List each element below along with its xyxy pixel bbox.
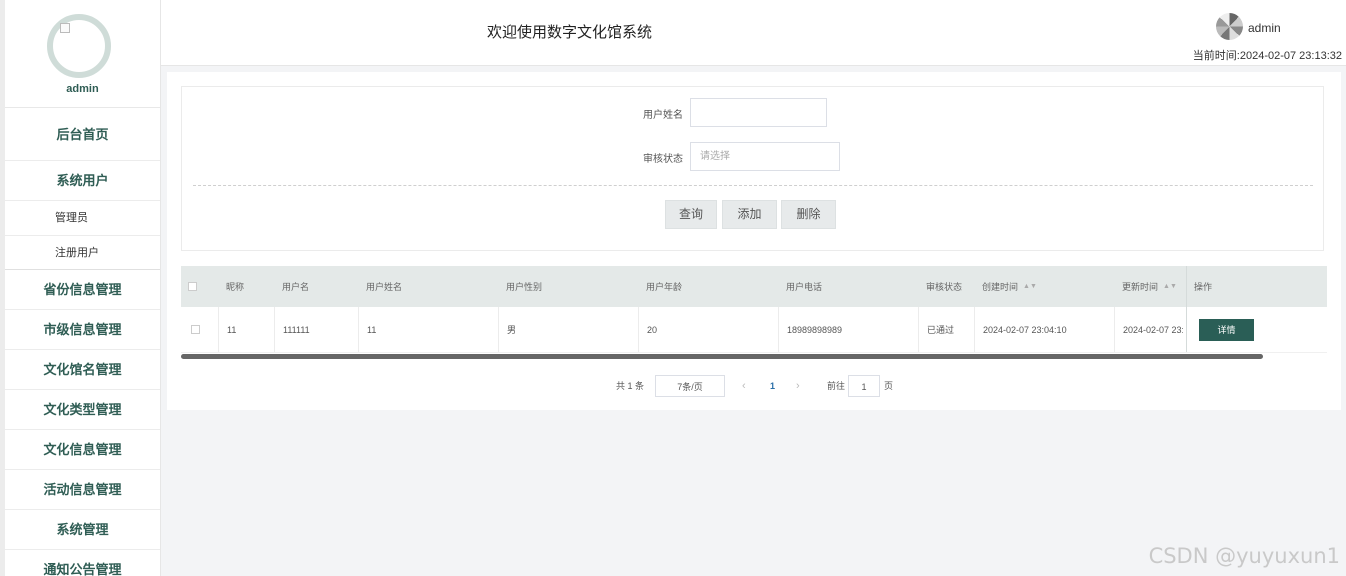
pager-total: 共 1 条 [616, 381, 645, 391]
sidebar: admin 后台首页 系统用户 管理员 注册用户 省份信息管理 市级信息管理 文… [0, 0, 161, 576]
page-title: 欢迎使用数字文化馆系统 [487, 24, 653, 41]
cell-status: 已通过 [927, 325, 955, 335]
current-time-label: 当前时间: [1192, 50, 1240, 62]
sidebar-item-home[interactable]: 后台首页 [5, 108, 160, 161]
goto-unit: 页 [884, 381, 894, 391]
name-label: 用户姓名 [643, 110, 683, 121]
sidebar-item-venue[interactable]: 文化馆名管理 [5, 350, 160, 390]
avatar [47, 14, 111, 78]
sort-icon[interactable]: ▲▼ [1163, 283, 1177, 290]
page-number-current[interactable]: 1 [770, 375, 775, 397]
col-separator [358, 307, 359, 352]
cell-gender: 男 [507, 325, 517, 335]
pagination: 共 1 条 7条/页 ‹ 1 › 前往 1 页 [167, 375, 1341, 397]
divider [193, 185, 1313, 186]
col-age: 用户年龄 [646, 282, 683, 292]
select-all-cell [188, 266, 197, 307]
next-page-icon[interactable]: › [796, 375, 800, 397]
select-all-checkbox[interactable] [188, 282, 197, 291]
user-avatar[interactable] [1216, 13, 1243, 40]
col-status: 审核状态 [926, 282, 963, 292]
cell-updated: 2024-02-07 23: [1123, 324, 1183, 335]
sidebar-subitem-admins[interactable]: 管理员 [5, 200, 160, 235]
goto-label: 前往 [827, 381, 846, 391]
col-separator [638, 307, 639, 352]
sidebar-item-culture-type[interactable]: 文化类型管理 [5, 390, 160, 430]
current-time-value: 2024-02-07 23:13:32 [1239, 50, 1342, 62]
col-phone: 用户电话 [786, 282, 823, 292]
status-select[interactable]: 请选择 [690, 142, 840, 171]
sidebar-item-system-users[interactable]: 系统用户 [5, 161, 160, 200]
watermark: CSDN @yuyuxun1 [1148, 544, 1340, 568]
col-username: 用户名 [282, 282, 310, 292]
col-separator [918, 307, 919, 352]
cell-username: 111111 [283, 324, 310, 335]
col-updated[interactable]: 更新时间 ▲▼ [1122, 266, 1177, 307]
goto-page-input[interactable]: 1 [848, 375, 880, 397]
query-button[interactable]: 查询 [665, 200, 717, 229]
sidebar-menu: 后台首页 系统用户 管理员 注册用户 省份信息管理 市级信息管理 文化馆名管理 … [5, 108, 160, 576]
cell-created: 2024-02-07 23:04:10 [983, 324, 1067, 335]
table-horizontal-scrollbar[interactable] [181, 354, 1263, 359]
page-size-select[interactable]: 7条/页 [655, 375, 725, 397]
row-select-cell [191, 307, 200, 352]
sidebar-item-culture-info[interactable]: 文化信息管理 [5, 430, 160, 470]
table-header: 昵称 用户名 用户姓名 用户性别 用户年龄 用户电话 审核状态 创建时间 ▲▼ 更… [181, 266, 1327, 307]
col-gender: 用户性别 [506, 282, 543, 292]
name-input[interactable] [690, 98, 827, 127]
col-separator [778, 307, 779, 352]
col-separator [498, 307, 499, 352]
sidebar-item-city[interactable]: 市级信息管理 [5, 310, 160, 350]
fixed-col-separator [1186, 266, 1187, 307]
col-updated-label: 更新时间 [1122, 282, 1159, 292]
col-nickname: 昵称 [226, 282, 245, 292]
sidebar-profile: admin [5, 0, 160, 108]
sidebar-subitem-registered-users[interactable]: 注册用户 [5, 235, 160, 270]
sort-icon[interactable]: ▲▼ [1023, 283, 1037, 290]
fixed-col-separator [1186, 307, 1187, 352]
status-label: 审核状态 [643, 154, 683, 165]
col-separator [1114, 307, 1115, 352]
search-panel: 用户姓名 审核状态 请选择 查询 添加 删除 [181, 86, 1324, 251]
col-realname: 用户姓名 [366, 282, 403, 292]
cell-actions: 详情 [1199, 307, 1254, 352]
col-created[interactable]: 创建时间 ▲▼ [982, 266, 1037, 307]
row-checkbox[interactable] [191, 325, 200, 334]
sidebar-item-system[interactable]: 系统管理 [5, 510, 160, 550]
user-table: 昵称 用户名 用户姓名 用户性别 用户年龄 用户电话 审核状态 创建时间 ▲▼ 更… [181, 266, 1327, 353]
prev-page-icon[interactable]: ‹ [742, 375, 746, 397]
main-content: 用户姓名 审核状态 请选择 查询 添加 删除 昵称 用户名 用户姓名 用户性别 … [167, 72, 1341, 410]
table-row: 11 111111 11 男 20 18989898989 已通过 2024-0… [181, 307, 1327, 353]
profile-name: admin [66, 83, 99, 95]
col-actions: 操作 [1194, 282, 1213, 292]
sidebar-item-province[interactable]: 省份信息管理 [5, 270, 160, 310]
header: 欢迎使用数字文化馆系统 admin 当前时间:2024-02-07 23:13:… [161, 0, 1346, 66]
cell-phone: 18989898989 [787, 324, 843, 335]
col-separator [274, 307, 275, 352]
sidebar-item-activity[interactable]: 活动信息管理 [5, 470, 160, 510]
user-name[interactable]: admin [1248, 21, 1281, 35]
cell-nickname: 11 [227, 324, 237, 335]
col-separator [974, 307, 975, 352]
col-created-label: 创建时间 [982, 282, 1019, 292]
broken-image-icon [60, 23, 70, 33]
sidebar-item-notice[interactable]: 通知公告管理 [5, 550, 160, 576]
add-button[interactable]: 添加 [722, 200, 777, 229]
col-separator [218, 307, 219, 352]
current-time: 当前时间:2024-02-07 23:13:32 [1193, 47, 1342, 63]
delete-button[interactable]: 删除 [781, 200, 836, 229]
detail-button[interactable]: 详情 [1199, 318, 1254, 341]
cell-realname: 11 [367, 324, 377, 335]
cell-age: 20 [647, 324, 658, 335]
